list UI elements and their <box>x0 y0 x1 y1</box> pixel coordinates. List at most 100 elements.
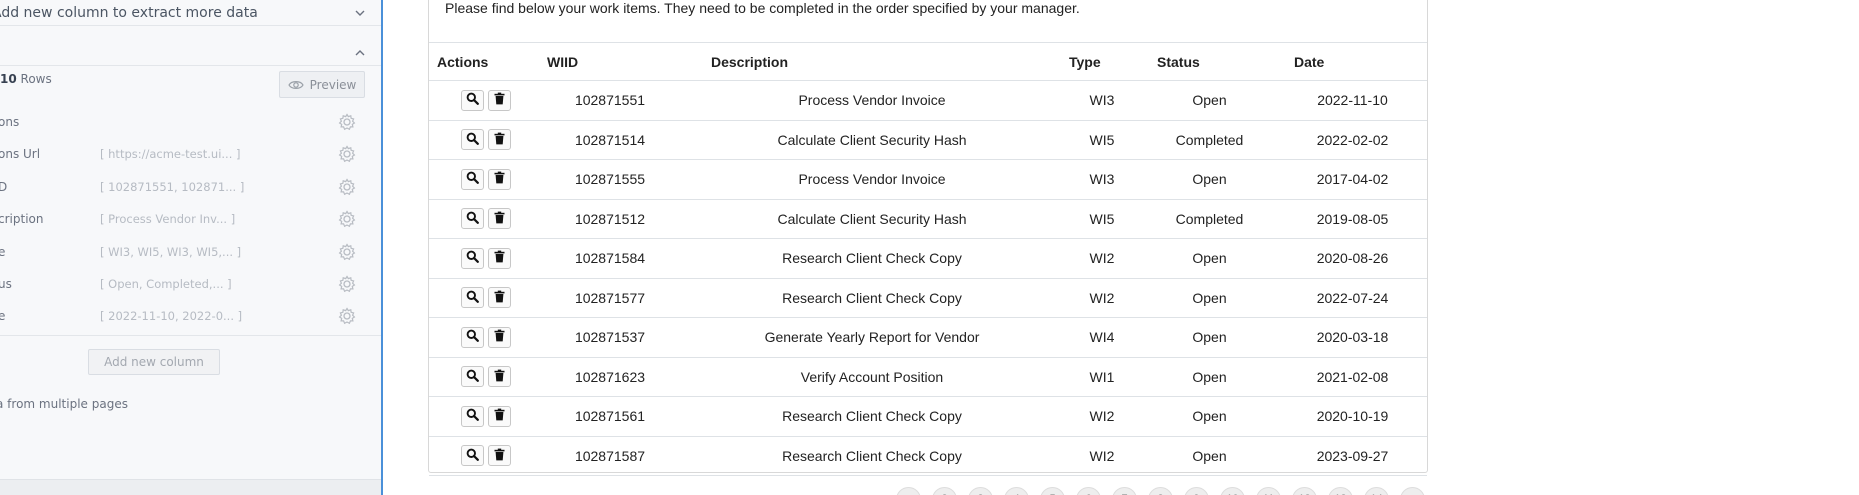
gear-icon[interactable] <box>338 307 356 325</box>
table-row: 102871512 Calculate Client Security Hash W… <box>429 199 1427 239</box>
page-button[interactable]: 12 <box>1292 487 1317 495</box>
view-button[interactable] <box>461 445 484 467</box>
field-row: cription [ Process Vendor Inv... ] <box>0 203 370 235</box>
page-button[interactable]: 6 <box>1076 487 1101 495</box>
delete-button[interactable] <box>488 366 511 388</box>
cell-wiid: 102871555 <box>539 159 681 200</box>
chevron-down-icon[interactable] <box>351 4 369 22</box>
page-button[interactable]: 11 <box>1256 487 1281 495</box>
field-row: us [ Open, Completed,... ] <box>0 268 370 300</box>
search-icon <box>466 250 479 266</box>
gear-icon[interactable] <box>338 210 356 228</box>
field-row: e [ WI3, WI5, WI3, WI5,... ] <box>0 236 370 268</box>
view-button[interactable] <box>461 208 484 230</box>
view-button[interactable] <box>461 129 484 151</box>
header-actions: Actions <box>429 42 539 81</box>
add-column-button[interactable]: Add new column <box>88 349 220 375</box>
cell-wiid: 102871623 <box>539 357 681 397</box>
cell-status: Open <box>1141 396 1278 437</box>
page-button[interactable]: 7 <box>1112 487 1137 495</box>
view-button[interactable] <box>461 247 484 269</box>
delete-button[interactable] <box>488 208 511 230</box>
cell-wiid: 102871561 <box>539 396 681 437</box>
table-row: 102871587 Research Client Check Copy WI2 Op… <box>429 436 1427 476</box>
trash-icon <box>493 290 506 306</box>
gear-icon[interactable] <box>338 145 356 163</box>
delete-button[interactable] <box>488 168 511 190</box>
cell-status: Open <box>1141 436 1278 476</box>
delete-button[interactable] <box>488 129 511 151</box>
page-button[interactable]: 14 <box>1364 487 1389 495</box>
cell-type: WI2 <box>1063 278 1141 318</box>
view-button[interactable] <box>461 287 484 309</box>
trash-icon <box>493 329 506 345</box>
page-button[interactable]: 10 <box>1220 487 1245 495</box>
page-button[interactable]: 3 <box>968 487 993 495</box>
trash-icon <box>493 92 506 108</box>
search-icon <box>466 92 479 108</box>
header-description: Description <box>681 42 1063 81</box>
page-button[interactable]: ‹ <box>896 487 921 495</box>
page-button[interactable]: 5 <box>1040 487 1065 495</box>
cell-type: WI2 <box>1063 396 1141 437</box>
delete-button[interactable] <box>488 326 511 348</box>
cell-status: Open <box>1141 80 1278 121</box>
page-button[interactable]: 13 <box>1328 487 1353 495</box>
row-actions <box>429 396 539 437</box>
view-button[interactable] <box>461 168 484 190</box>
page-button[interactable]: 4 <box>1004 487 1029 495</box>
page-button[interactable]: 8 <box>1148 487 1173 495</box>
cell-description: Research Client Check Copy <box>681 396 1063 437</box>
field-name: e <box>0 244 6 259</box>
table-row: 102871537 Generate Yearly Report for Vend… <box>429 317 1427 358</box>
page-button[interactable]: 9 <box>1184 487 1209 495</box>
field-value: [ WI3, WI5, WI3, WI5,... ] <box>100 244 242 259</box>
view-button[interactable] <box>461 405 484 427</box>
add-extract-header[interactable]: Add new column to extract more data <box>0 0 381 26</box>
cell-date: 2023-09-27 <box>1278 436 1427 476</box>
field-name: us <box>0 277 12 291</box>
cell-wiid: 102871587 <box>539 436 681 476</box>
field-row: D [ 102871551, 102871... ] <box>0 171 370 203</box>
search-icon <box>466 211 479 227</box>
cell-description: Process Vendor Invoice <box>681 80 1063 121</box>
extraction-panel: Add new column to extract more data n 10… <box>0 0 383 495</box>
delete-button[interactable] <box>488 405 511 427</box>
cell-type: WI2 <box>1063 238 1141 279</box>
page-button[interactable]: 2 <box>932 487 957 495</box>
cell-wiid: 102871577 <box>539 278 681 318</box>
pagination: ‹ 2 3 4 5 6 7 8 9 10 11 12 13 14 › <box>896 487 1425 495</box>
delete-button[interactable] <box>488 445 511 467</box>
preview-button[interactable]: Preview <box>279 71 365 98</box>
gear-icon[interactable] <box>338 113 356 131</box>
gear-icon[interactable] <box>338 242 356 261</box>
trash-icon <box>493 408 506 424</box>
delete-button[interactable] <box>488 247 511 269</box>
search-icon <box>466 132 479 148</box>
search-icon <box>466 290 479 306</box>
cell-wiid: 102871551 <box>539 80 681 121</box>
view-button[interactable] <box>461 326 484 348</box>
cell-date: 2022-02-02 <box>1278 120 1427 160</box>
row-actions <box>429 238 539 279</box>
cell-date: 2022-07-24 <box>1278 278 1427 318</box>
page-button[interactable]: › <box>1400 487 1425 495</box>
cell-status: Completed <box>1141 120 1278 160</box>
cell-type: WI4 <box>1063 317 1141 358</box>
cell-date: 2021-02-08 <box>1278 357 1427 397</box>
view-button[interactable] <box>461 366 484 388</box>
gear-icon[interactable] <box>338 275 356 293</box>
field-value: [ Open, Completed,... ] <box>100 277 232 291</box>
multi-pages-link[interactable]: a from multiple pages <box>0 397 128 411</box>
view-button[interactable] <box>461 89 484 111</box>
delete-button[interactable] <box>488 89 511 111</box>
search-icon <box>466 448 479 464</box>
delete-button[interactable] <box>488 287 511 309</box>
row-actions <box>429 120 539 160</box>
data-section-header[interactable]: n <box>0 40 381 66</box>
cell-status: Open <box>1141 357 1278 397</box>
gear-icon[interactable] <box>338 178 356 196</box>
row-actions <box>429 80 539 121</box>
table-row: 102871514 Calculate Client Security Hash W… <box>429 120 1427 160</box>
chevron-up-icon[interactable] <box>351 44 369 62</box>
